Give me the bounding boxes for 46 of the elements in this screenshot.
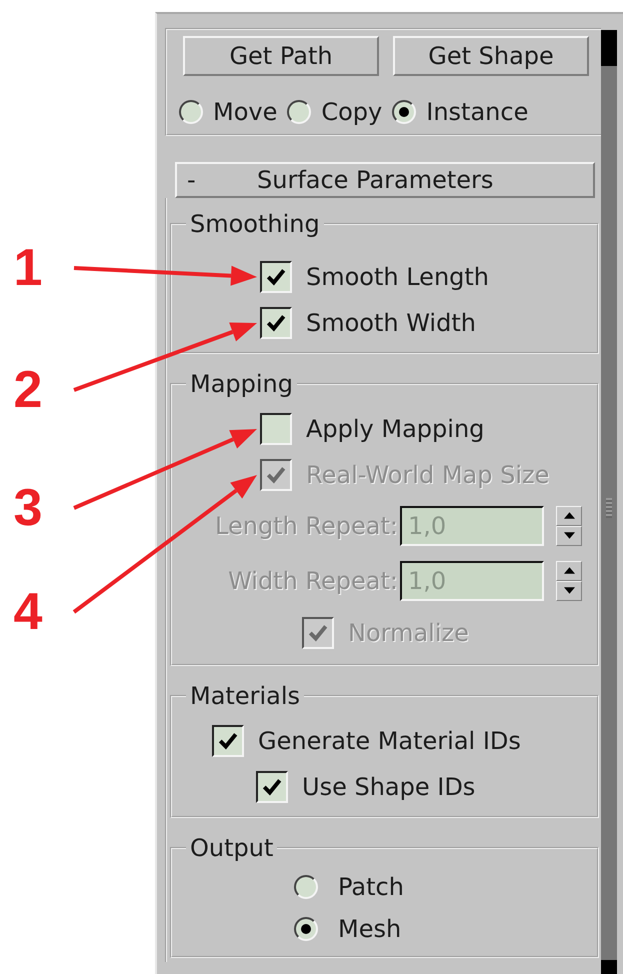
radio-label: Instance	[426, 98, 528, 126]
up-arrow-icon	[564, 567, 574, 574]
callout-number: 3	[14, 479, 42, 537]
spin-up-button[interactable]	[556, 560, 582, 580]
radio-button[interactable]	[294, 875, 318, 899]
radio-label: Mesh	[338, 915, 402, 943]
radio-button[interactable]	[287, 100, 312, 124]
up-arrow-icon	[564, 512, 574, 519]
checkbox-label: Use Shape IDs	[302, 773, 476, 801]
scrollbar[interactable]	[601, 30, 617, 974]
check-icon	[217, 730, 239, 752]
checkbox[interactable]	[212, 725, 244, 757]
group-title: Smoothing	[189, 210, 321, 238]
radio-label: Patch	[338, 873, 404, 901]
group-title: Mapping	[189, 370, 294, 398]
group-title: Output	[189, 834, 274, 862]
pick-button[interactable]: Get Path	[183, 36, 379, 76]
checkbox[interactable]	[256, 771, 288, 803]
callout-number: 2	[14, 361, 42, 419]
checkbox-label: Smooth Width	[306, 309, 476, 337]
radio-button[interactable]	[392, 100, 416, 124]
spin-down-button[interactable]	[556, 526, 582, 546]
radio-button[interactable]	[179, 100, 203, 124]
check-icon	[261, 776, 283, 798]
pick-button[interactable]: Get Shape	[393, 36, 589, 76]
checkbox[interactable]	[260, 261, 292, 293]
checkbox-label: Smooth Length	[306, 263, 490, 291]
down-arrow-icon	[564, 587, 574, 594]
checkbox[interactable]	[260, 307, 292, 339]
radio-label: Copy	[321, 98, 382, 126]
checkbox-label: Generate Material IDs	[258, 727, 521, 755]
check-icon	[265, 312, 287, 334]
check-icon	[307, 622, 329, 644]
checkbox-label: Apply Mapping	[306, 415, 484, 443]
check-icon	[265, 464, 287, 486]
radio-button[interactable]	[294, 917, 318, 941]
rollout-header[interactable]: - Surface Parameters	[175, 162, 595, 198]
check-icon	[265, 266, 287, 288]
down-arrow-icon	[564, 532, 574, 539]
spin-down-button[interactable]	[556, 580, 582, 600]
group-title: Materials	[189, 682, 302, 710]
spin-up-button[interactable]	[556, 506, 582, 526]
radio-label: Move	[213, 98, 278, 126]
callout-number: 4	[14, 583, 42, 641]
callout-number: 1	[14, 239, 42, 297]
checkbox[interactable]	[260, 413, 292, 445]
